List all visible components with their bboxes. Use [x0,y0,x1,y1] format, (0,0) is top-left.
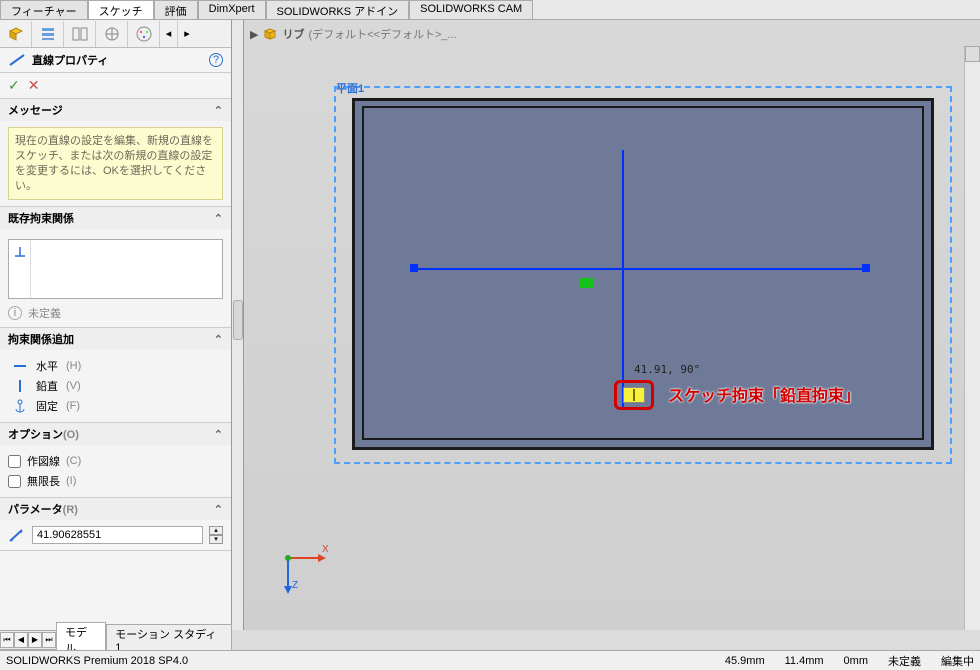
undefined-status: i 未定義 [8,305,223,321]
annotation-text: スケッチ拘束「鉛直拘束」 [668,382,860,406]
tab-nav-next-icon[interactable]: ▶ [28,632,42,648]
dimension-readout: 41.91, 90° [634,363,700,376]
axis-x-label: X [322,544,329,555]
anchor-icon [12,399,28,413]
ok-cancel-row: ✓ ✕ [0,73,231,99]
dimxpert-manager-icon[interactable] [96,21,128,47]
collapse-icon: ⌃ [214,503,223,516]
tab-nav-first-icon[interactable]: ⏮ [0,632,14,648]
vertical-scrollbar[interactable] [964,46,980,630]
status-edit: 編集中 [941,653,974,669]
part-icon [262,26,278,42]
view-triad[interactable]: X Z [274,534,334,594]
relation-fix[interactable]: 固定(F) [8,396,223,416]
breadcrumb-doc[interactable]: リブ [282,26,304,42]
breadcrumb: ▶ リブ (デフォルト<<デフォルト>_... [250,26,457,42]
option-infinite-length[interactable]: 無限長(I) [8,471,223,491]
tab-nav-last-icon[interactable]: ⏭ [42,632,56,648]
axis-z-label: Z [292,580,298,591]
section-params-header[interactable]: パラメータ(R)⌃ [0,498,231,520]
breadcrumb-state: (デフォルト<<デフォルト>_... [308,26,456,42]
property-manager-icon[interactable] [32,21,64,47]
tab-addins[interactable]: SOLIDWORKS アドイン [266,0,410,19]
section-add-header[interactable]: 拘束関係追加⌃ [0,328,231,350]
property-title: 直線プロパティ [32,52,203,68]
section-add-relations: 拘束関係追加⌃ 水平(H) 鉛直(V) 固定(F) [0,328,231,423]
ok-icon[interactable]: ✓ [8,77,20,94]
status-defined: 未定義 [888,653,921,669]
relation-icon [9,240,31,298]
tab-cam[interactable]: SOLIDWORKS CAM [409,0,533,19]
plane-label: 平面1 [336,80,364,96]
bottom-tabs: ⏮ ◀ ▶ ⏭ モデル モーション スタディ 1 [0,630,232,650]
tab-sketch[interactable]: スケッチ [88,0,154,19]
relation-horizontal[interactable]: 水平(H) [8,356,223,376]
manager-tabs: ◂ ▸ [0,20,231,48]
section-options: オプション(O)⌃ 作図線(C) 無限長(I) [0,423,231,498]
spin-up-icon[interactable]: ▴ [209,526,223,535]
endpoint-right[interactable] [862,264,870,272]
infinite-checkbox[interactable] [8,475,21,488]
help-icon[interactable]: ? [209,53,223,67]
status-bar: SOLIDWORKS Premium 2018 SP4.0 45.9mm 11.… [0,650,980,670]
length-input[interactable] [32,526,203,544]
undefined-label: 未定義 [28,305,61,321]
info-icon: i [8,306,22,320]
tab-evaluate[interactable]: 評価 [154,0,198,19]
section-message-header[interactable]: メッセージ⌃ [0,99,231,121]
splitter[interactable] [232,20,244,630]
cancel-icon[interactable]: ✕ [28,77,40,94]
spin-down-icon[interactable]: ▾ [209,535,223,544]
length-icon [8,527,26,543]
endpoint-left[interactable] [410,264,418,272]
collapse-icon: ⌃ [214,212,223,225]
config-manager-icon[interactable] [64,21,96,47]
breadcrumb-arrow-icon[interactable]: ▶ [250,28,258,41]
section-message: メッセージ⌃ 現在の直線の設定を編集、新規の直線をスケッチ、または次の新規の直線… [0,99,231,207]
sketch-line-horizontal[interactable] [414,268,866,270]
tab-dimxpert[interactable]: DimXpert [198,0,266,19]
section-existing-header[interactable]: 既存拘束関係⌃ [0,207,231,229]
vertical-icon [12,379,28,393]
status-x: 45.9mm [725,655,765,667]
constraint-marker-highlight [614,380,654,410]
display-manager-icon[interactable] [128,21,160,47]
sketch-line-vertical[interactable] [622,150,624,410]
tab-scroll-right-icon[interactable]: ▸ [178,21,196,47]
sketch-origin-icon [580,278,594,288]
option-construction-line[interactable]: 作図線(C) [8,451,223,471]
section-options-header[interactable]: オプション(O)⌃ [0,423,231,445]
status-z: 0mm [844,655,868,667]
existing-relations-list[interactable] [8,239,223,299]
section-existing-relations: 既存拘束関係⌃ i 未定義 [0,207,231,328]
graphics-area[interactable]: ▶ リブ (デフォルト<<デフォルト>_... 平面1 41.91, 90° ス… [244,20,980,630]
splitter-grip-icon[interactable] [233,300,243,340]
status-app: SOLIDWORKS Premium 2018 SP4.0 [6,655,705,667]
line-icon [8,53,26,67]
message-text: 現在の直線の設定を編集、新規の直線をスケッチ、または次の新規の直線の設定を変更す… [8,127,223,200]
vertical-constraint-icon [623,387,645,403]
property-header: 直線プロパティ ? [0,48,231,73]
status-y: 11.4mm [785,655,824,667]
feature-manager-icon[interactable] [0,21,32,47]
tab-nav-prev-icon[interactable]: ◀ [14,632,28,648]
tab-scroll-left-icon[interactable]: ◂ [160,21,178,47]
section-parameters: パラメータ(R)⌃ ▴▾ [0,498,231,551]
property-manager: ◂ ▸ 直線プロパティ ? ✓ ✕ メッセージ⌃ 現在の直線の設定を編集、新規の… [0,20,232,630]
collapse-icon: ⌃ [214,333,223,346]
collapse-icon: ⌃ [214,428,223,441]
command-tabs: フィーチャー スケッチ 評価 DimXpert SOLIDWORKS アドイン … [0,0,980,20]
tab-features[interactable]: フィーチャー [0,0,88,19]
horizontal-icon [12,359,28,373]
relation-vertical[interactable]: 鉛直(V) [8,376,223,396]
length-spinner[interactable]: ▴▾ [209,526,223,544]
collapse-icon: ⌃ [214,104,223,117]
scroll-up-icon[interactable] [965,46,980,62]
construction-checkbox[interactable] [8,455,21,468]
